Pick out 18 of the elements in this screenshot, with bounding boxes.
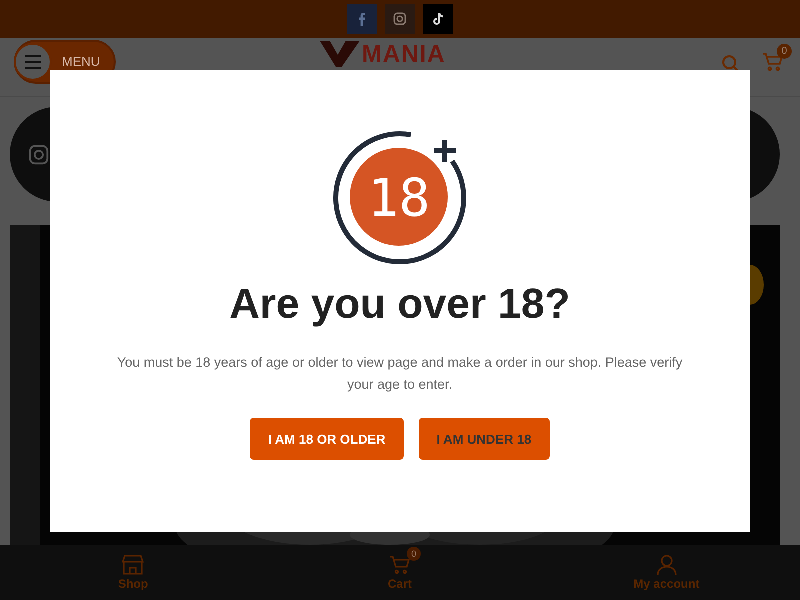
facebook-icon[interactable] bbox=[347, 4, 377, 34]
music-note-icon[interactable] bbox=[423, 4, 453, 34]
logo-text: MANIA bbox=[362, 42, 446, 67]
menu-label: MENU bbox=[62, 54, 100, 69]
instagram-icon[interactable] bbox=[28, 144, 50, 166]
instagram-icon[interactable] bbox=[385, 4, 415, 34]
confirm-button[interactable]: I AM 18 OR OLDER bbox=[250, 418, 404, 460]
dialog-title: Are you over 18? bbox=[230, 280, 570, 328]
store-icon bbox=[122, 554, 144, 575]
cart-count: 0 bbox=[777, 44, 792, 59]
cart-count: 0 bbox=[407, 546, 421, 561]
nav-item[interactable]: 0 Cart bbox=[266, 545, 534, 600]
user-icon bbox=[656, 554, 677, 575]
logo-icon bbox=[320, 40, 360, 67]
dialog-message: You must be 18 years of age or older to view page and make a order in our shop. Please verify your age to enter. bbox=[116, 354, 684, 394]
menu-icon bbox=[14, 42, 52, 81]
decline-button[interactable]: I AM UNDER 18 bbox=[418, 418, 550, 460]
cart-icon bbox=[389, 554, 411, 575]
